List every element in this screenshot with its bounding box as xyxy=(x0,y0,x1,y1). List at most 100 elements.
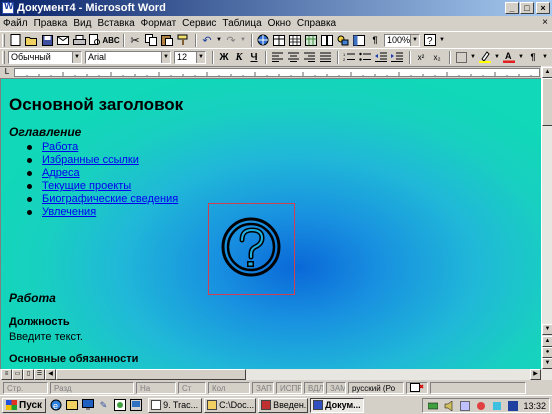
toc-title[interactable]: Оглавление xyxy=(9,125,81,139)
menu-format[interactable]: Формат xyxy=(141,18,177,29)
toc-link-work[interactable]: Работа xyxy=(42,141,78,153)
language-tray-icon[interactable] xyxy=(506,399,519,412)
redo-dropdown-icon[interactable]: ▼ xyxy=(240,34,246,47)
email-icon[interactable] xyxy=(56,34,70,47)
desktop-quicklaunch-icon[interactable] xyxy=(81,399,94,412)
superscript-icon[interactable]: x² xyxy=(414,51,428,64)
status-overtype[interactable]: ЗАМ xyxy=(326,381,346,394)
menu-edit[interactable]: Правка xyxy=(34,18,68,29)
browse-object-icon[interactable]: ● xyxy=(542,347,552,358)
word-app-icon[interactable] xyxy=(2,1,14,14)
task-button-intro[interactable]: Введен... xyxy=(258,397,309,413)
paste-icon[interactable] xyxy=(160,34,174,47)
toc-link-biography[interactable]: Биографические сведения xyxy=(42,193,178,205)
print-icon[interactable] xyxy=(72,34,86,47)
position-label[interactable]: Должность xyxy=(9,316,70,328)
new-document-icon[interactable] xyxy=(8,34,22,47)
tray-app-icon-3[interactable] xyxy=(490,399,503,412)
menu-insert[interactable]: Вставка xyxy=(97,18,134,29)
font-color-icon[interactable]: A xyxy=(502,51,516,64)
horizontal-ruler[interactable]: L xyxy=(0,66,552,78)
columns-icon[interactable] xyxy=(320,34,334,47)
ruler-scale[interactable] xyxy=(14,68,540,77)
document-map-icon[interactable] xyxy=(352,34,366,47)
duties-label[interactable]: Основные обязанности xyxy=(9,353,138,365)
scroll-right-icon[interactable]: ▶ xyxy=(530,369,541,380)
toolbar-grip[interactable] xyxy=(2,50,5,64)
toc-link-addresses[interactable]: Адреса xyxy=(42,167,80,179)
menu-table[interactable]: Таблица xyxy=(222,18,261,29)
spelling-icon[interactable]: ABC xyxy=(102,34,119,47)
subscript-icon[interactable]: x₂ xyxy=(430,51,444,64)
document-canvas[interactable]: Основной заголовок Оглавление Работа Изб… xyxy=(0,78,541,369)
bold-button[interactable]: Ж xyxy=(217,51,231,64)
font-combo[interactable]: Arial ▼ xyxy=(85,50,171,64)
numbering-icon[interactable]: 12 xyxy=(342,51,356,64)
font-dropdown-icon[interactable]: ▼ xyxy=(161,51,170,63)
decrease-indent-icon[interactable] xyxy=(374,51,388,64)
redo-icon[interactable]: ↷ xyxy=(224,34,238,47)
underline-button[interactable]: Ч xyxy=(247,51,261,64)
next-page-icon[interactable]: ▼ xyxy=(542,358,552,369)
help-graphic-frame[interactable] xyxy=(208,203,295,295)
tray-app-icon[interactable] xyxy=(458,399,471,412)
start-button[interactable]: Пуск xyxy=(2,397,47,413)
tray-app-icon-2[interactable] xyxy=(474,399,487,412)
outlook-quicklaunch-icon[interactable] xyxy=(65,399,78,412)
hyperlink-icon[interactable] xyxy=(256,34,270,47)
font-size-dropdown-icon[interactable]: ▼ xyxy=(196,51,205,63)
status-track-changes[interactable]: ИСПР xyxy=(276,381,302,394)
tool-quicklaunch-icon[interactable]: ✎ xyxy=(97,399,110,412)
menu-view[interactable]: Вид xyxy=(73,18,91,29)
toolbar-grip[interactable] xyxy=(2,33,5,47)
main-heading[interactable]: Основной заголовок xyxy=(9,95,183,115)
maximize-button[interactable]: □ xyxy=(520,2,534,14)
toolbar-options-icon[interactable]: ▼ xyxy=(542,51,548,64)
insert-excel-icon[interactable] xyxy=(304,34,318,47)
align-right-icon[interactable] xyxy=(302,51,316,64)
horizontal-scroll-thumb[interactable] xyxy=(56,369,246,380)
network-tray-icon[interactable] xyxy=(426,399,439,412)
font-color-dropdown-icon[interactable]: ▼ xyxy=(518,51,524,64)
normal-view-icon[interactable]: ≡ xyxy=(1,369,12,380)
menu-help[interactable]: Справка xyxy=(297,18,336,29)
bullets-icon[interactable] xyxy=(358,51,372,64)
monitor-quicklaunch-icon[interactable] xyxy=(129,399,142,412)
print-preview-icon[interactable] xyxy=(88,34,102,47)
highlight-dropdown-icon[interactable]: ▼ xyxy=(494,51,500,64)
vertical-scrollbar[interactable]: ▲ ▼ ▲ ● ▼ xyxy=(541,66,552,369)
app-quicklaunch-icon[interactable] xyxy=(113,399,126,412)
web-view-icon[interactable]: ▭ xyxy=(12,369,23,380)
menu-window[interactable]: Окно xyxy=(268,18,291,29)
toc-link-hobbies[interactable]: Увлечения xyxy=(42,206,96,218)
cut-icon[interactable]: ✂ xyxy=(128,34,142,47)
office-assistant-icon[interactable]: ? xyxy=(423,34,437,47)
insert-table-icon[interactable] xyxy=(288,34,302,47)
title-bar[interactable]: Документ4 - Microsoft Word _ □ × xyxy=(0,0,552,16)
scroll-thumb[interactable] xyxy=(542,78,552,126)
menu-file[interactable]: Файл xyxy=(3,18,28,29)
undo-dropdown-icon[interactable]: ▼ xyxy=(216,34,222,47)
clock[interactable]: 13:32 xyxy=(523,401,546,411)
borders-dropdown-icon[interactable]: ▼ xyxy=(470,51,476,64)
show-hide-icon[interactable]: ¶ xyxy=(368,34,382,47)
toolbar-options-icon[interactable]: ▼ xyxy=(439,34,445,47)
task-button-cdoc[interactable]: C:\Doc... xyxy=(204,397,257,413)
zoom-combo[interactable]: 100% ▼ xyxy=(384,33,420,47)
document-close-icon[interactable]: × xyxy=(542,17,548,28)
tables-borders-icon[interactable] xyxy=(272,34,286,47)
scroll-down-icon[interactable]: ▼ xyxy=(542,324,552,335)
status-extend[interactable]: ВДЛ xyxy=(304,381,324,394)
style-combo[interactable]: Обычный ▼ xyxy=(8,50,82,64)
menu-tools[interactable]: Сервис xyxy=(182,18,216,29)
spelling-status-icon[interactable] xyxy=(406,381,428,394)
align-center-icon[interactable] xyxy=(286,51,300,64)
explorer-quicklaunch-icon[interactable]: e xyxy=(49,399,62,412)
align-left-icon[interactable] xyxy=(270,51,284,64)
style-dropdown-icon[interactable]: ▼ xyxy=(72,51,81,63)
increase-indent-icon[interactable] xyxy=(390,51,404,64)
toc-link-favorites[interactable]: Избранные ссылки xyxy=(42,154,139,166)
paragraph-mark-icon[interactable]: ¶ xyxy=(526,51,540,64)
open-folder-icon[interactable] xyxy=(24,34,38,47)
volume-tray-icon[interactable] xyxy=(442,399,455,412)
